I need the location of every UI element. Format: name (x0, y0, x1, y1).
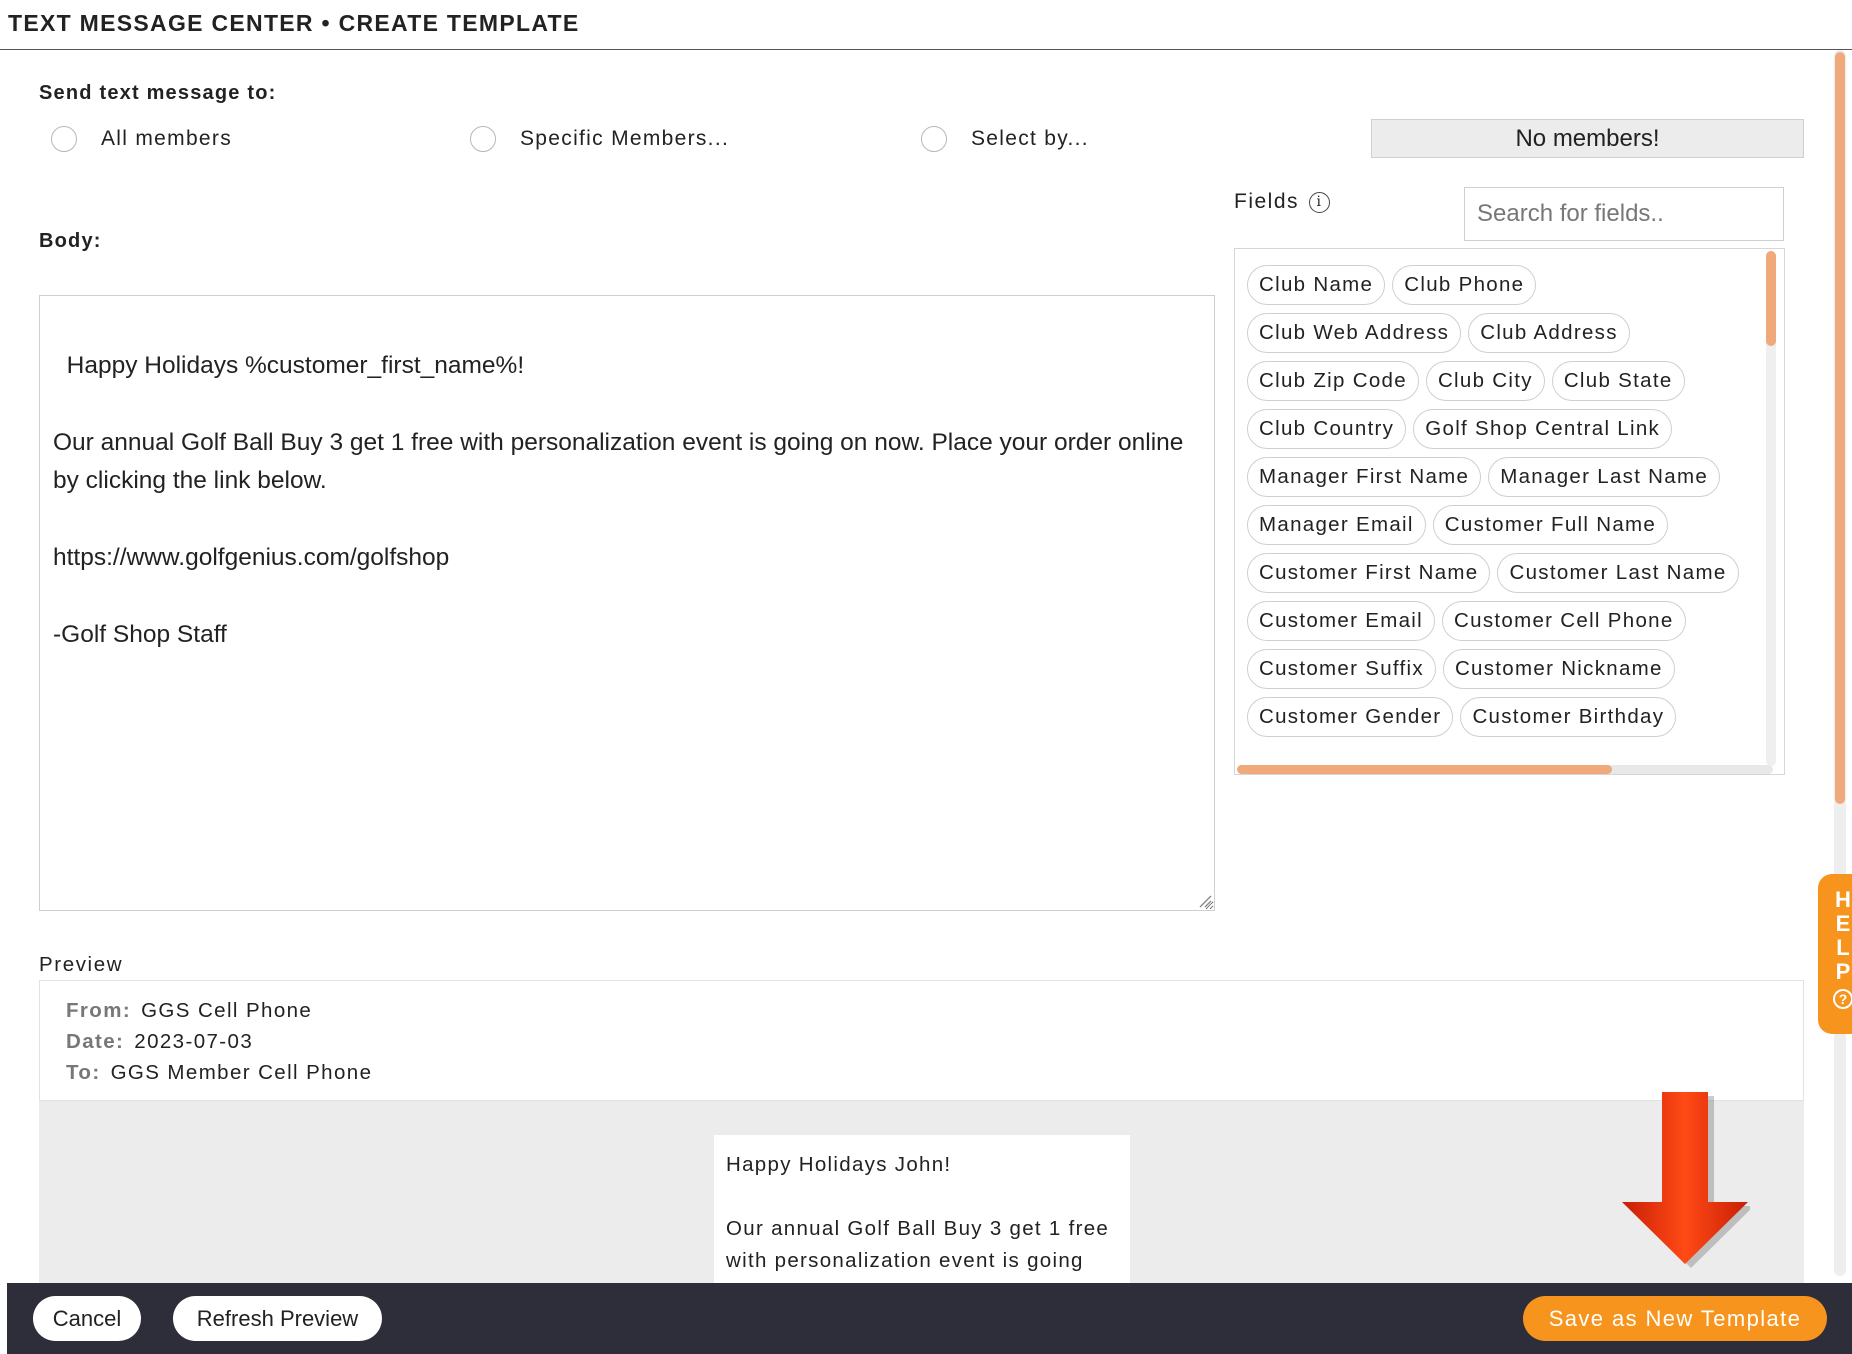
radio-all-members[interactable]: All members (51, 126, 232, 152)
field-chip[interactable]: Club City (1425, 361, 1545, 401)
preview-label: Preview (39, 953, 124, 976)
send-to-label: Send text message to: (39, 82, 277, 104)
field-chip[interactable]: Customer Nickname (1442, 649, 1675, 689)
cancel-button[interactable]: Cancel (33, 1296, 141, 1341)
fields-vertical-scroll-thumb[interactable] (1766, 251, 1776, 346)
red-down-arrow-icon (1622, 1092, 1750, 1268)
title-bar: TEXT MESSAGE CENTER • CREATE TEMPLATE (0, 0, 1852, 50)
help-letters: H E L P (1818, 888, 1852, 984)
field-chip[interactable]: Club Zip Code (1247, 361, 1419, 401)
field-chip[interactable]: Customer Full Name (1432, 505, 1669, 545)
field-chip[interactable]: Club Address (1468, 313, 1630, 353)
field-chip[interactable]: Club Name (1247, 265, 1386, 305)
to-value: GGS Member Cell Phone (110, 1061, 373, 1084)
body-label: Body: (39, 230, 102, 252)
fields-label: Fields i (1234, 190, 1331, 214)
radio-select-by[interactable]: Select by... (921, 126, 1089, 152)
radio-specific-members[interactable]: Specific Members... (470, 126, 729, 152)
body-text[interactable]: Happy Holidays %customer_first_name%! Ou… (53, 352, 1190, 649)
field-chip[interactable]: Manager Email (1247, 505, 1426, 545)
page-title: TEXT MESSAGE CENTER • CREATE TEMPLATE (8, 10, 580, 36)
members-status-box: No members! (1371, 119, 1804, 158)
footer-bar: Cancel Refresh Preview Save as New Templ… (7, 1283, 1852, 1354)
body-textarea[interactable]: Happy Holidays %customer_first_name%! Ou… (39, 295, 1215, 911)
refresh-preview-button[interactable]: Refresh Preview (173, 1296, 382, 1341)
fields-label-text: Fields (1234, 190, 1300, 213)
help-letter: L (1836, 935, 1850, 960)
preview-from-row: From: GGS Cell Phone (66, 999, 312, 1023)
field-chip[interactable]: Club Web Address (1247, 313, 1462, 353)
help-tab[interactable]: H E L P ? (1818, 874, 1852, 1034)
field-chip[interactable]: Customer Suffix (1247, 649, 1436, 689)
field-chip[interactable]: Customer Last Name (1497, 553, 1739, 593)
radio-circle[interactable] (51, 126, 77, 152)
field-chip[interactable]: Customer Cell Phone (1442, 601, 1686, 641)
question-circle-icon: ? (1833, 989, 1852, 1009)
preview-header: From: GGS Cell Phone Date: 2023-07-03 To: G… (39, 980, 1804, 1101)
preview-date-row: Date: 2023-07-03 (66, 1030, 253, 1054)
field-chip[interactable]: Customer Birthday (1460, 697, 1677, 737)
help-letter: E (1835, 911, 1851, 936)
fields-list: Club Name Club Phone Club Web Address Club … (1234, 248, 1785, 775)
save-as-new-template-button[interactable]: Save as New Template (1523, 1296, 1827, 1341)
help-letter: H (1835, 887, 1851, 912)
page-scroll-thumb[interactable] (1835, 52, 1845, 804)
message-bubble: Happy Holidays John! Our annual Golf Bal… (714, 1135, 1130, 1284)
resize-grip-icon[interactable] (1198, 894, 1212, 908)
preview-to-row: To: GGS Member Cell Phone (66, 1061, 372, 1085)
radio-label: All members (101, 127, 232, 150)
field-chip[interactable]: Manager First Name (1247, 457, 1482, 497)
from-value: GGS Cell Phone (141, 999, 313, 1022)
field-chip[interactable]: Customer Email (1247, 601, 1436, 641)
field-chips: Club Name Club Phone Club Web Address Club … (1247, 265, 1757, 737)
search-fields-input[interactable] (1464, 187, 1784, 241)
date-value: 2023-07-03 (134, 1030, 254, 1053)
field-chip[interactable]: Club State (1551, 361, 1685, 401)
info-icon[interactable]: i (1309, 191, 1331, 213)
radio-label: Specific Members... (520, 127, 730, 150)
preview-body: Happy Holidays John! Our annual Golf Bal… (39, 1101, 1804, 1284)
radio-circle[interactable] (921, 126, 947, 152)
date-key: Date: (66, 1030, 125, 1053)
field-chip[interactable]: Customer Gender (1247, 697, 1454, 737)
field-chip[interactable]: Golf Shop Central Link (1413, 409, 1673, 449)
fields-horizontal-scroll-thumb[interactable] (1237, 765, 1612, 774)
radio-label: Select by... (971, 127, 1089, 150)
help-letter: P (1835, 959, 1851, 984)
field-chip[interactable]: Club Country (1247, 409, 1407, 449)
from-key: From: (66, 999, 132, 1022)
field-chip[interactable]: Customer First Name (1247, 553, 1491, 593)
to-key: To: (66, 1061, 101, 1084)
field-chip[interactable]: Club Phone (1392, 265, 1537, 305)
field-chip[interactable]: Manager Last Name (1488, 457, 1721, 497)
radio-circle[interactable] (470, 126, 496, 152)
